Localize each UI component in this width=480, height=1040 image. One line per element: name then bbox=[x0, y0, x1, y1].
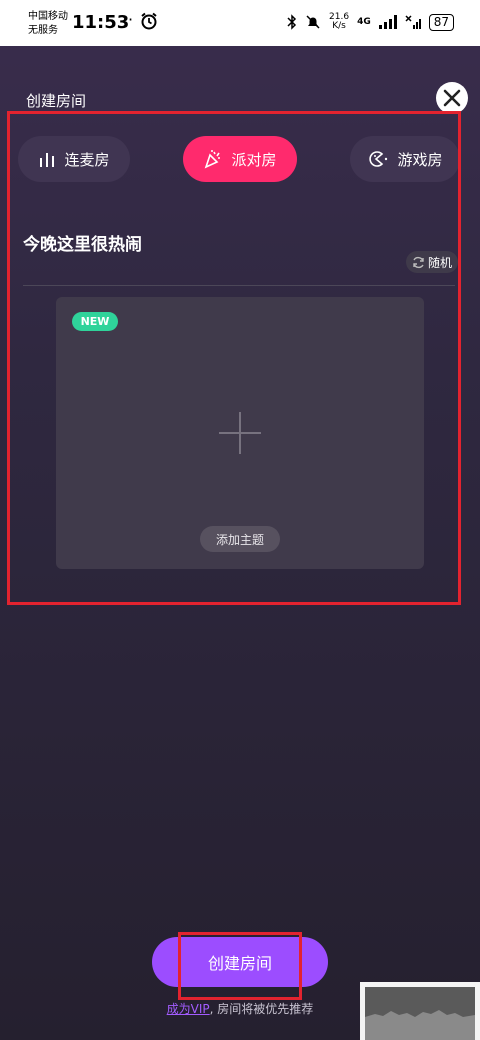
no-signal-icon bbox=[405, 15, 421, 29]
vip-hint-text: , 房间将被优先推荐 bbox=[209, 1002, 314, 1016]
status-right-group: 21.6 K/s 4G 87 bbox=[287, 13, 454, 31]
bluetooth-icon bbox=[287, 14, 297, 30]
close-button[interactable] bbox=[436, 82, 468, 114]
become-vip-link[interactable]: 成为VIP bbox=[167, 1002, 210, 1016]
net-speed: 21.6 K/s bbox=[329, 13, 349, 31]
status-time: 11:53 bbox=[72, 12, 130, 33]
thumbnail-image bbox=[365, 987, 475, 1040]
signal-icon bbox=[378, 15, 397, 29]
alarm-icon bbox=[141, 12, 157, 30]
thumbnail-waveform bbox=[365, 1010, 475, 1040]
floating-thumbnail[interactable] bbox=[360, 982, 480, 1040]
net-speed-unit: K/s bbox=[332, 21, 346, 31]
carrier-name: 中国移动 bbox=[28, 11, 68, 22]
page-title: 创建房间 bbox=[26, 92, 87, 110]
notification-dot-icon: · bbox=[128, 10, 134, 29]
annotation-box-button bbox=[178, 932, 302, 1000]
battery-level: 87 bbox=[428, 13, 454, 31]
close-icon bbox=[443, 89, 461, 107]
status-bar: 中国移动 无服务 11:53 · 21.6 K/s 4G 87 bbox=[0, 0, 480, 46]
annotation-box-main bbox=[7, 111, 461, 605]
mute-bell-icon bbox=[306, 15, 320, 29]
network-type: 4G bbox=[357, 17, 371, 27]
carrier-info: 中国移动 无服务 bbox=[28, 10, 68, 38]
service-status: 无服务 bbox=[28, 25, 58, 36]
